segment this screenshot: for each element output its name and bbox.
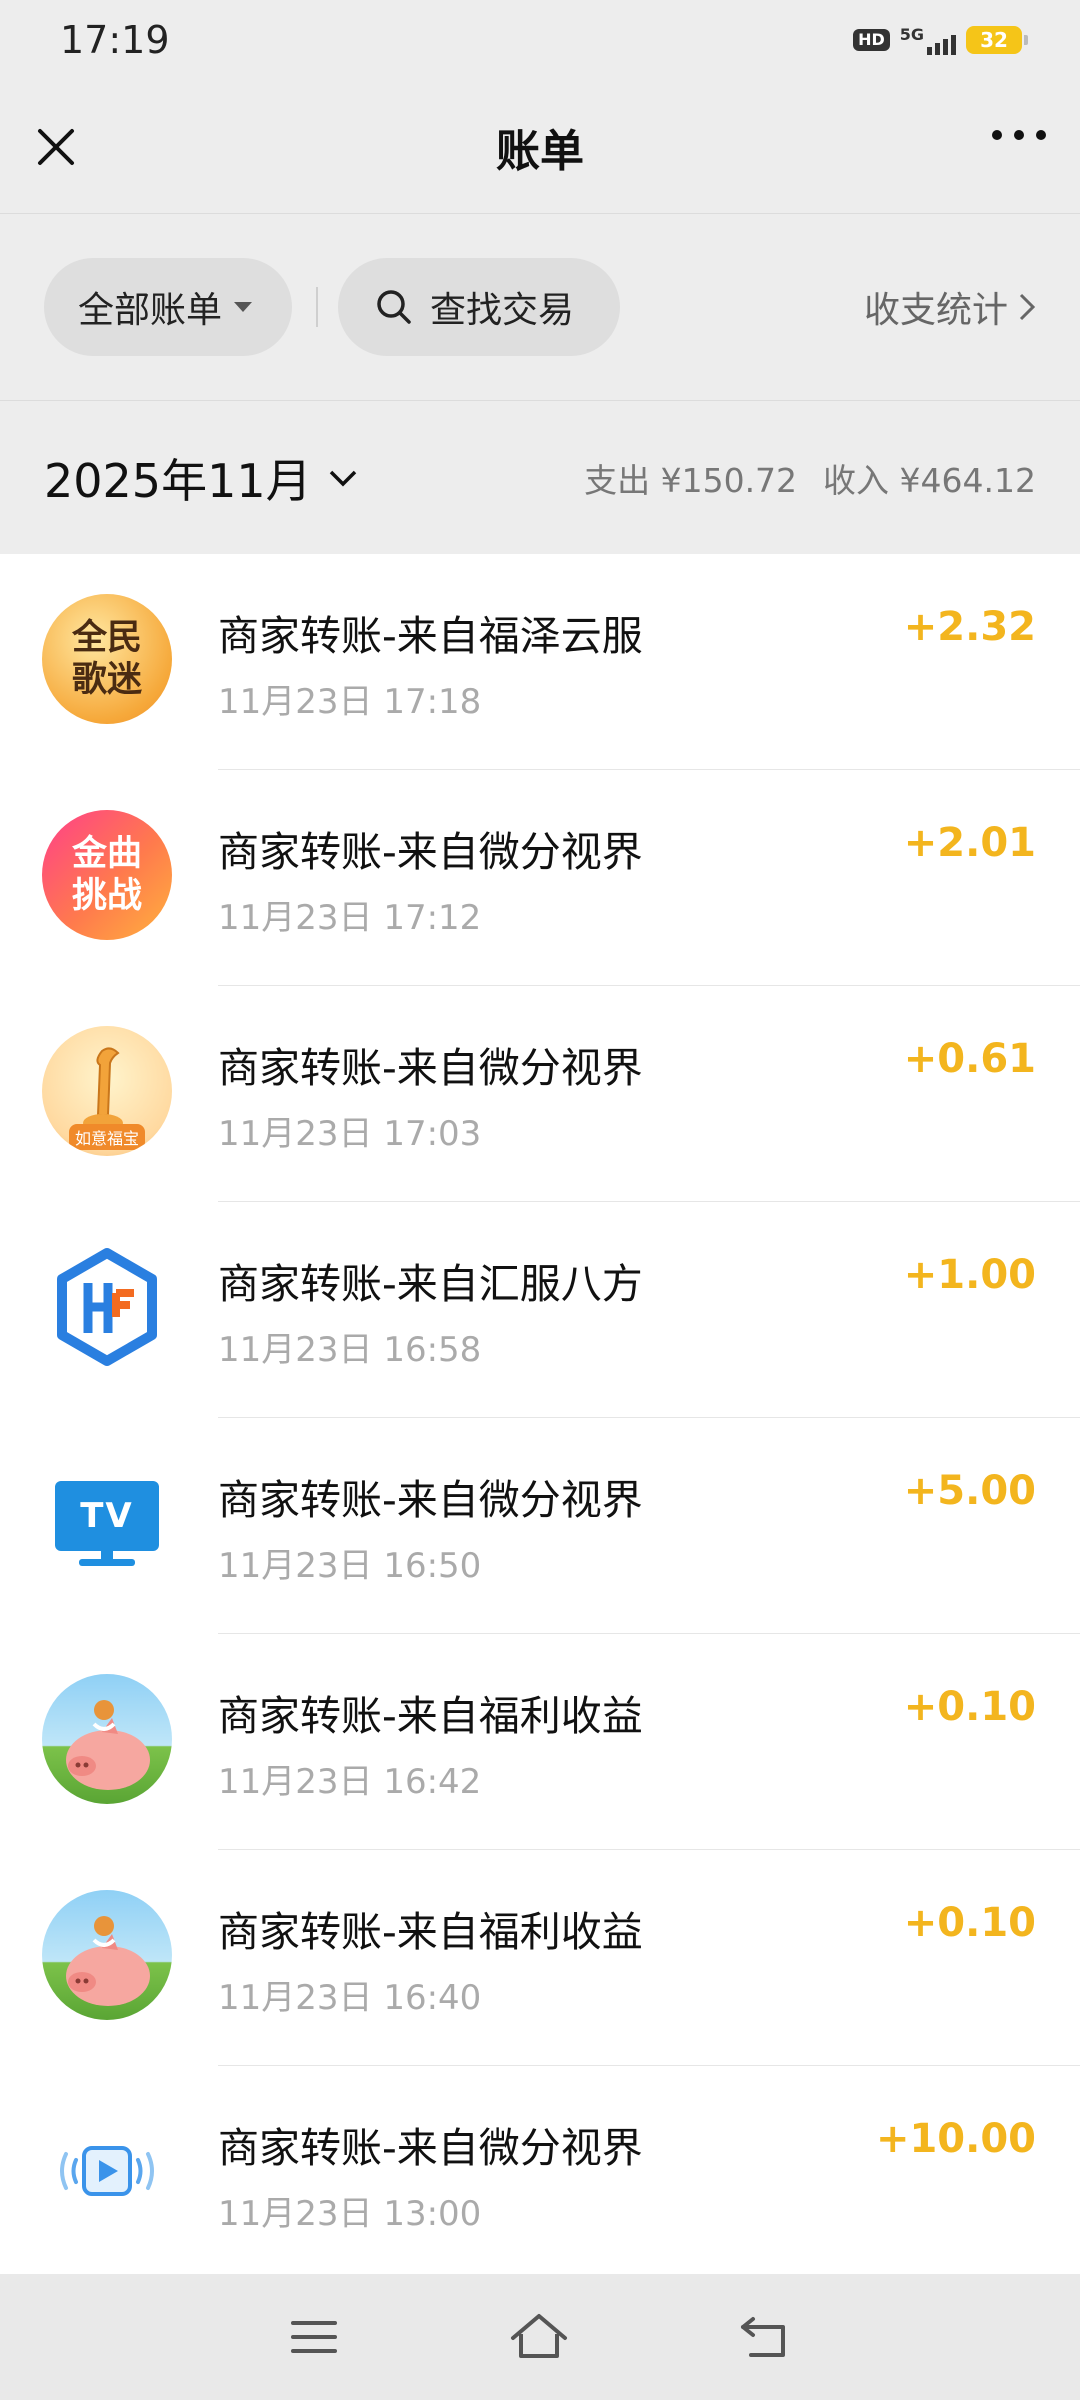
transaction-amount: +10.00 bbox=[875, 2116, 1036, 2162]
list-item[interactable]: TV 商家转账-来自微分视界 11月23日 16:50 +5.00 bbox=[0, 1418, 1080, 1634]
jinqu-tiaozhan-app-icon: 金曲挑战 bbox=[42, 810, 172, 940]
transaction-title: 商家转账-来自汇服八方 bbox=[218, 1260, 643, 1308]
transaction-amount: +2.32 bbox=[903, 604, 1036, 650]
transaction-time: 11月23日 17:03 bbox=[218, 1114, 482, 1154]
transaction-time: 11月23日 13:00 bbox=[218, 2194, 482, 2234]
transaction-title: 商家转账-来自微分视界 bbox=[218, 1044, 643, 1092]
transaction-title: 商家转账-来自微分视界 bbox=[218, 1476, 643, 1524]
search-icon bbox=[377, 290, 411, 324]
divider bbox=[316, 287, 318, 327]
pig-app-icon bbox=[42, 1890, 172, 2020]
transaction-time: 11月23日 16:58 bbox=[218, 1330, 482, 1370]
chevron-right-icon bbox=[1019, 293, 1036, 321]
transaction-time: 11月23日 16:50 bbox=[218, 1546, 482, 1586]
income-total: 收入 ¥464.12 bbox=[823, 460, 1036, 500]
transaction-title: 商家转账-来自微分视界 bbox=[218, 828, 643, 876]
pig-app-icon bbox=[42, 1674, 172, 1804]
transaction-time: 11月23日 16:42 bbox=[218, 1762, 482, 1802]
back-icon[interactable] bbox=[739, 2313, 791, 2361]
video-play-icon bbox=[42, 2106, 172, 2236]
transaction-amount: +1.00 bbox=[903, 1252, 1036, 1298]
home-icon[interactable] bbox=[509, 2312, 569, 2362]
transaction-title: 商家转账-来自福泽云服 bbox=[218, 612, 643, 660]
list-item[interactable]: 商家转账-来自福利收益 11月23日 16:42 +0.10 bbox=[0, 1634, 1080, 1850]
hf-logo-icon bbox=[42, 1242, 172, 1372]
month-bar: 2025年11月 支出 ¥150.72 收入 ¥464.12 bbox=[0, 400, 1080, 554]
all-bills-filter-button[interactable]: 全部账单 bbox=[44, 258, 292, 356]
search-label: 查找交易 bbox=[430, 290, 575, 331]
transaction-amount: +5.00 bbox=[903, 1468, 1036, 1514]
status-icons: HD 5G 32 bbox=[853, 25, 1028, 55]
transaction-amount: +2.01 bbox=[903, 820, 1036, 866]
month-summary: 支出 ¥150.72 收入 ¥464.12 bbox=[584, 454, 1036, 502]
income-expense-stats-link[interactable]: 收支统计 bbox=[864, 281, 1036, 333]
expense-total: 支出 ¥150.72 bbox=[584, 460, 798, 500]
nav-bar: 账单 bbox=[0, 80, 1080, 214]
list-item[interactable]: 如意福宝 商家转账-来自微分视界 11月23日 17:03 +0.61 bbox=[0, 986, 1080, 1202]
all-bills-label: 全部账单 bbox=[78, 290, 223, 331]
filter-bar: 全部账单 查找交易 收支统计 bbox=[0, 214, 1080, 400]
status-bar: 17:19 HD 5G 32 bbox=[0, 0, 1080, 80]
more-icon[interactable] bbox=[992, 130, 1046, 140]
transaction-title: 商家转账-来自福利收益 bbox=[218, 1692, 643, 1740]
hd-icon: HD bbox=[853, 29, 890, 51]
month-picker[interactable]: 2025年11月 bbox=[44, 445, 358, 511]
close-icon[interactable] bbox=[32, 123, 80, 171]
list-item[interactable]: 商家转账-来自福利收益 11月23日 16:40 +0.10 bbox=[0, 1850, 1080, 2066]
transaction-amount: +0.10 bbox=[903, 1684, 1036, 1730]
page-title: 账单 bbox=[496, 125, 584, 177]
quanmin-gemi-app-icon: 全民歌迷 bbox=[42, 594, 172, 724]
signal-icon: 5G bbox=[900, 25, 956, 55]
list-item[interactable]: 商家转账-来自微分视界 11月23日 13:00 +10.00 bbox=[0, 2066, 1080, 2274]
search-transactions-button[interactable]: 查找交易 bbox=[338, 258, 620, 356]
list-item[interactable]: 金曲挑战 商家转账-来自微分视界 11月23日 17:12 +2.01 bbox=[0, 770, 1080, 986]
system-nav-bar bbox=[0, 2274, 1080, 2400]
transaction-title: 商家转账-来自福利收益 bbox=[218, 1908, 643, 1956]
list-item[interactable]: 商家转账-来自汇服八方 11月23日 16:58 +1.00 bbox=[0, 1202, 1080, 1418]
transaction-amount: +0.10 bbox=[903, 1900, 1036, 1946]
transaction-title: 商家转账-来自微分视界 bbox=[218, 2124, 643, 2172]
transaction-amount: +0.61 bbox=[903, 1036, 1036, 1082]
caret-down-icon bbox=[234, 302, 253, 312]
stats-label: 收支统计 bbox=[863, 290, 1008, 331]
chevron-down-icon bbox=[329, 470, 356, 486]
battery-icon: 32 bbox=[966, 26, 1028, 54]
tv-icon: TV bbox=[42, 1458, 172, 1588]
transaction-list: 全民歌迷 商家转账-来自福泽云服 11月23日 17:18 +2.32 金曲挑战… bbox=[0, 554, 1080, 2274]
status-time: 17:19 bbox=[60, 18, 170, 62]
transaction-time: 11月23日 17:18 bbox=[218, 682, 482, 722]
transaction-time: 11月23日 17:12 bbox=[218, 898, 482, 938]
list-item[interactable]: 全民歌迷 商家转账-来自福泽云服 11月23日 17:18 +2.32 bbox=[0, 554, 1080, 770]
ruyi-fubao-app-icon: 如意福宝 bbox=[42, 1026, 172, 1156]
transaction-time: 11月23日 16:40 bbox=[218, 1978, 482, 2018]
month-label: 2025年11月 bbox=[44, 453, 312, 508]
menu-icon[interactable] bbox=[289, 2317, 339, 2357]
